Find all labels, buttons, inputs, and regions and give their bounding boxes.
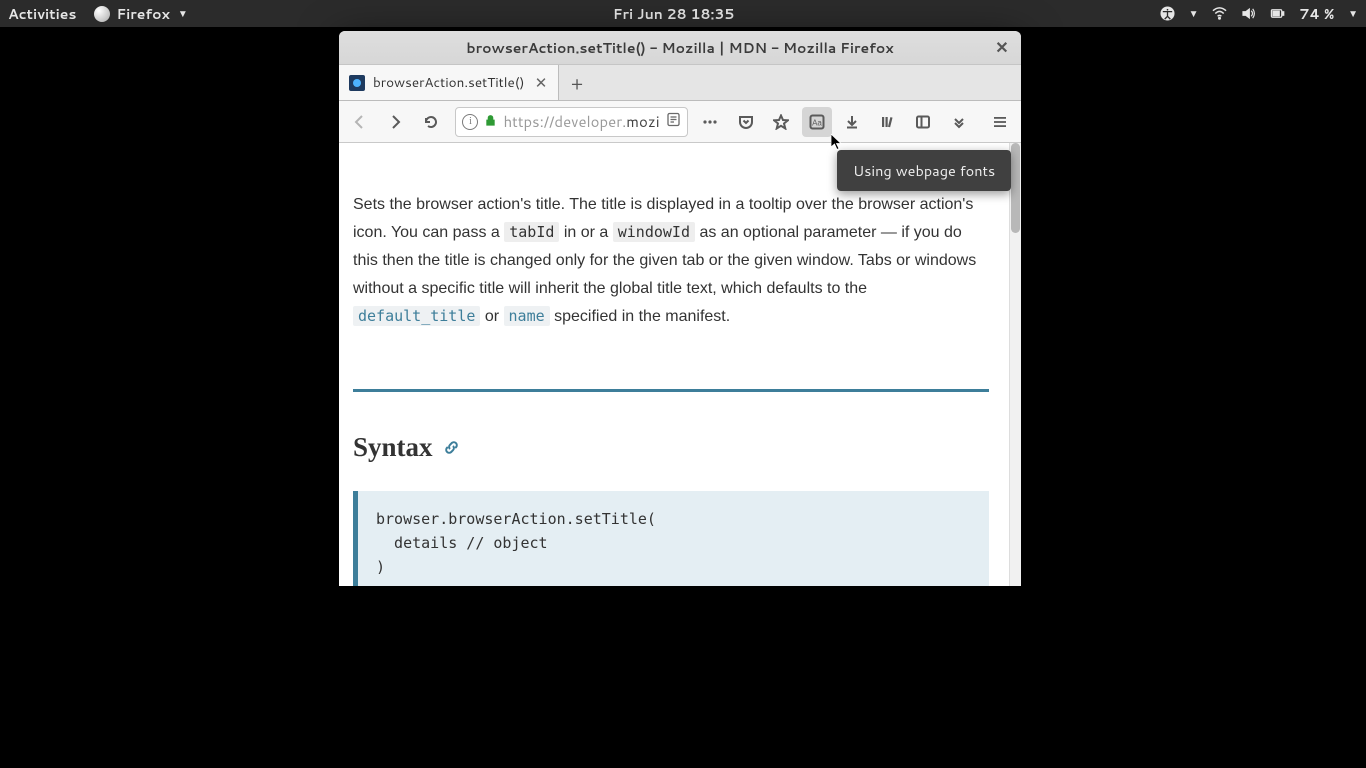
back-button[interactable] [345,107,374,137]
sidebar-button[interactable] [908,107,937,137]
tab-close-button[interactable]: ✕ [534,72,548,93]
tooltip: Using webpage fonts [837,150,1011,191]
mdn-favicon [349,75,365,91]
reader-mode-icon[interactable] [666,111,681,132]
svg-text:Aa: Aa [812,118,822,127]
downloads-button[interactable] [838,107,867,137]
lock-icon [484,111,497,132]
page-actions-button[interactable] [696,107,725,137]
accessibility-icon[interactable] [1160,6,1175,21]
syntax-heading: Syntax [353,432,989,463]
chevron-down-icon: ▼ [1189,7,1199,21]
section-divider [353,389,989,392]
hamburger-menu-button[interactable] [985,107,1014,137]
site-info-icon[interactable]: i [462,114,478,130]
battery-icon[interactable] [1270,6,1285,21]
reload-button[interactable] [416,107,445,137]
app-menu[interactable]: Firefox ▼ [94,4,187,24]
content-viewport: Sets the browser action's title. The tit… [339,143,1021,586]
chevron-down-icon: ▼ [178,7,188,21]
new-tab-button[interactable]: + [559,65,595,100]
clock[interactable]: Fri Jun 28 18:35 [188,4,1160,24]
code-default-title[interactable]: default_title [353,306,480,326]
overflow-button[interactable] [944,107,973,137]
pocket-button[interactable] [731,107,760,137]
chevron-down-icon: ▼ [1348,7,1358,21]
tab-label: browserAction.setTitle() [373,73,526,92]
wifi-icon[interactable] [1212,6,1227,21]
forward-button[interactable] [380,107,409,137]
window-close-button[interactable]: ✕ [993,39,1011,57]
code-tabid: tabId [504,222,559,242]
library-button[interactable] [873,107,902,137]
font-toggle-button[interactable]: Aa [802,107,831,137]
code-name[interactable]: name [504,306,550,326]
browser-tab[interactable]: browserAction.setTitle() ✕ [339,65,559,100]
code-windowid: windowId [613,222,695,242]
bookmark-star-button[interactable] [767,107,796,137]
firefox-window: browserAction.setTitle() - Mozilla | MDN… [339,31,1021,586]
url-text: https://developer.mozi [503,111,659,132]
firefox-icon [94,6,110,22]
window-title: browserAction.setTitle() - Mozilla | MDN… [466,38,893,58]
tab-strip: browserAction.setTitle() ✕ + [339,65,1021,101]
app-menu-label: Firefox [116,4,169,24]
nav-toolbar: i https://developer.mozi Aa [339,101,1021,143]
scrollbar-thumb[interactable] [1011,143,1020,233]
gnome-topbar: Activities Firefox ▼ Fri Jun 28 18:35 ▼ … [0,0,1366,27]
permalink-icon[interactable] [443,432,460,463]
activities-button[interactable]: Activities [8,4,76,24]
window-titlebar[interactable]: browserAction.setTitle() - Mozilla | MDN… [339,31,1021,65]
page-content[interactable]: Sets the browser action's title. The tit… [339,143,1009,586]
intro-paragraph: Sets the browser action's title. The tit… [353,191,989,331]
scrollbar[interactable] [1009,143,1021,586]
url-bar[interactable]: i https://developer.mozi [455,107,687,137]
battery-percent: 74 % [1299,4,1334,24]
syntax-codeblock: browser.browserAction.setTitle( details … [353,491,989,586]
volume-icon[interactable] [1241,6,1256,21]
